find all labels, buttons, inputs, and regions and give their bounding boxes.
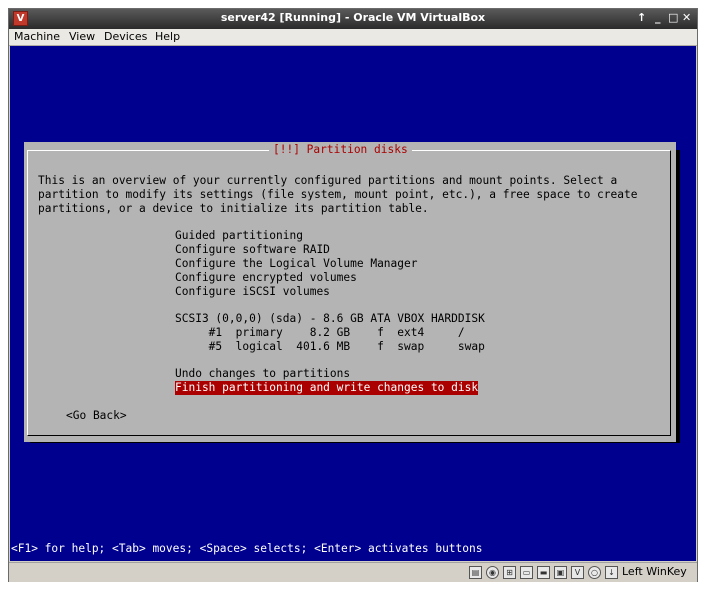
status-bar: ▤ ◉ ⊞ ▭ ▬ ▣ V ○ ↓ Left WinKey (9, 562, 697, 582)
display-icon[interactable]: ▣ (554, 566, 567, 579)
disk-sda[interactable]: SCSI3 (0,0,0) (sda) - 8.6 GB ATA VBOX HA… (175, 312, 485, 326)
help-line: <F1> for help; <Tab> moves; <Space> sele… (11, 542, 483, 555)
option-iscsi-volumes[interactable]: Configure iSCSI volumes (175, 285, 330, 299)
title-bar[interactable]: V server42 [Running] - Oracle VM Virtual… (9, 9, 697, 29)
partition-dialog: [!!] Partition disks This is an overview… (24, 142, 676, 442)
undo-changes-option[interactable]: Undo changes to partitions (175, 367, 350, 381)
vm-screen[interactable]: [!!] Partition disks This is an overview… (10, 46, 696, 561)
description-line: partitions, or a device to initialize it… (38, 202, 429, 215)
partition-row-1[interactable]: #1 primary 8.2 GB f ext4 / (175, 326, 465, 340)
hard-disk-icon[interactable]: ▤ (469, 566, 482, 579)
menu-devices[interactable]: Devices (104, 30, 147, 43)
keyboard-capture-icon: ↓ (605, 566, 618, 579)
menu-machine[interactable]: Machine (14, 30, 60, 43)
network-icon[interactable]: ⊞ (503, 566, 516, 579)
finish-partitioning-option[interactable]: Finish partitioning and write changes to… (175, 381, 479, 395)
window-title: server42 [Running] - Oracle VM VirtualBo… (220, 11, 486, 24)
usb-icon[interactable]: ▭ (520, 566, 533, 579)
menu-bar: Machine View Devices Help (9, 29, 697, 46)
maximize-button[interactable]: □ (668, 11, 678, 24)
virtualbox-window: V server42 [Running] - Oracle VM Virtual… (8, 8, 698, 582)
partition-row-5[interactable]: #5 logical 401.6 MB f swap swap (175, 340, 485, 354)
shared-folder-icon[interactable]: ▬ (537, 566, 550, 579)
description-line: partition to modify its settings (file s… (38, 188, 638, 201)
option-software-raid[interactable]: Configure software RAID (175, 243, 330, 257)
pin-icon[interactable]: ↑ (637, 11, 646, 24)
minimize-button[interactable]: _ (655, 11, 661, 24)
option-guided-partitioning[interactable]: Guided partitioning (175, 229, 303, 243)
menu-view[interactable]: View (69, 30, 95, 43)
option-encrypted-volumes[interactable]: Configure encrypted volumes (175, 271, 357, 285)
optical-drive-icon[interactable]: ◉ (486, 566, 499, 579)
menu-help[interactable]: Help (155, 30, 180, 43)
mouse-integration-icon[interactable]: ○ (588, 566, 601, 579)
option-lvm[interactable]: Configure the Logical Volume Manager (175, 257, 417, 271)
go-back-button[interactable]: <Go Back> (66, 409, 127, 423)
close-button[interactable]: ✕ (682, 11, 691, 24)
dialog-title: [!!] Partition disks (269, 143, 412, 157)
host-key-label: Left WinKey (622, 565, 687, 578)
virtualization-icon: V (571, 566, 584, 579)
description-line: This is an overview of your currently co… (38, 174, 618, 187)
